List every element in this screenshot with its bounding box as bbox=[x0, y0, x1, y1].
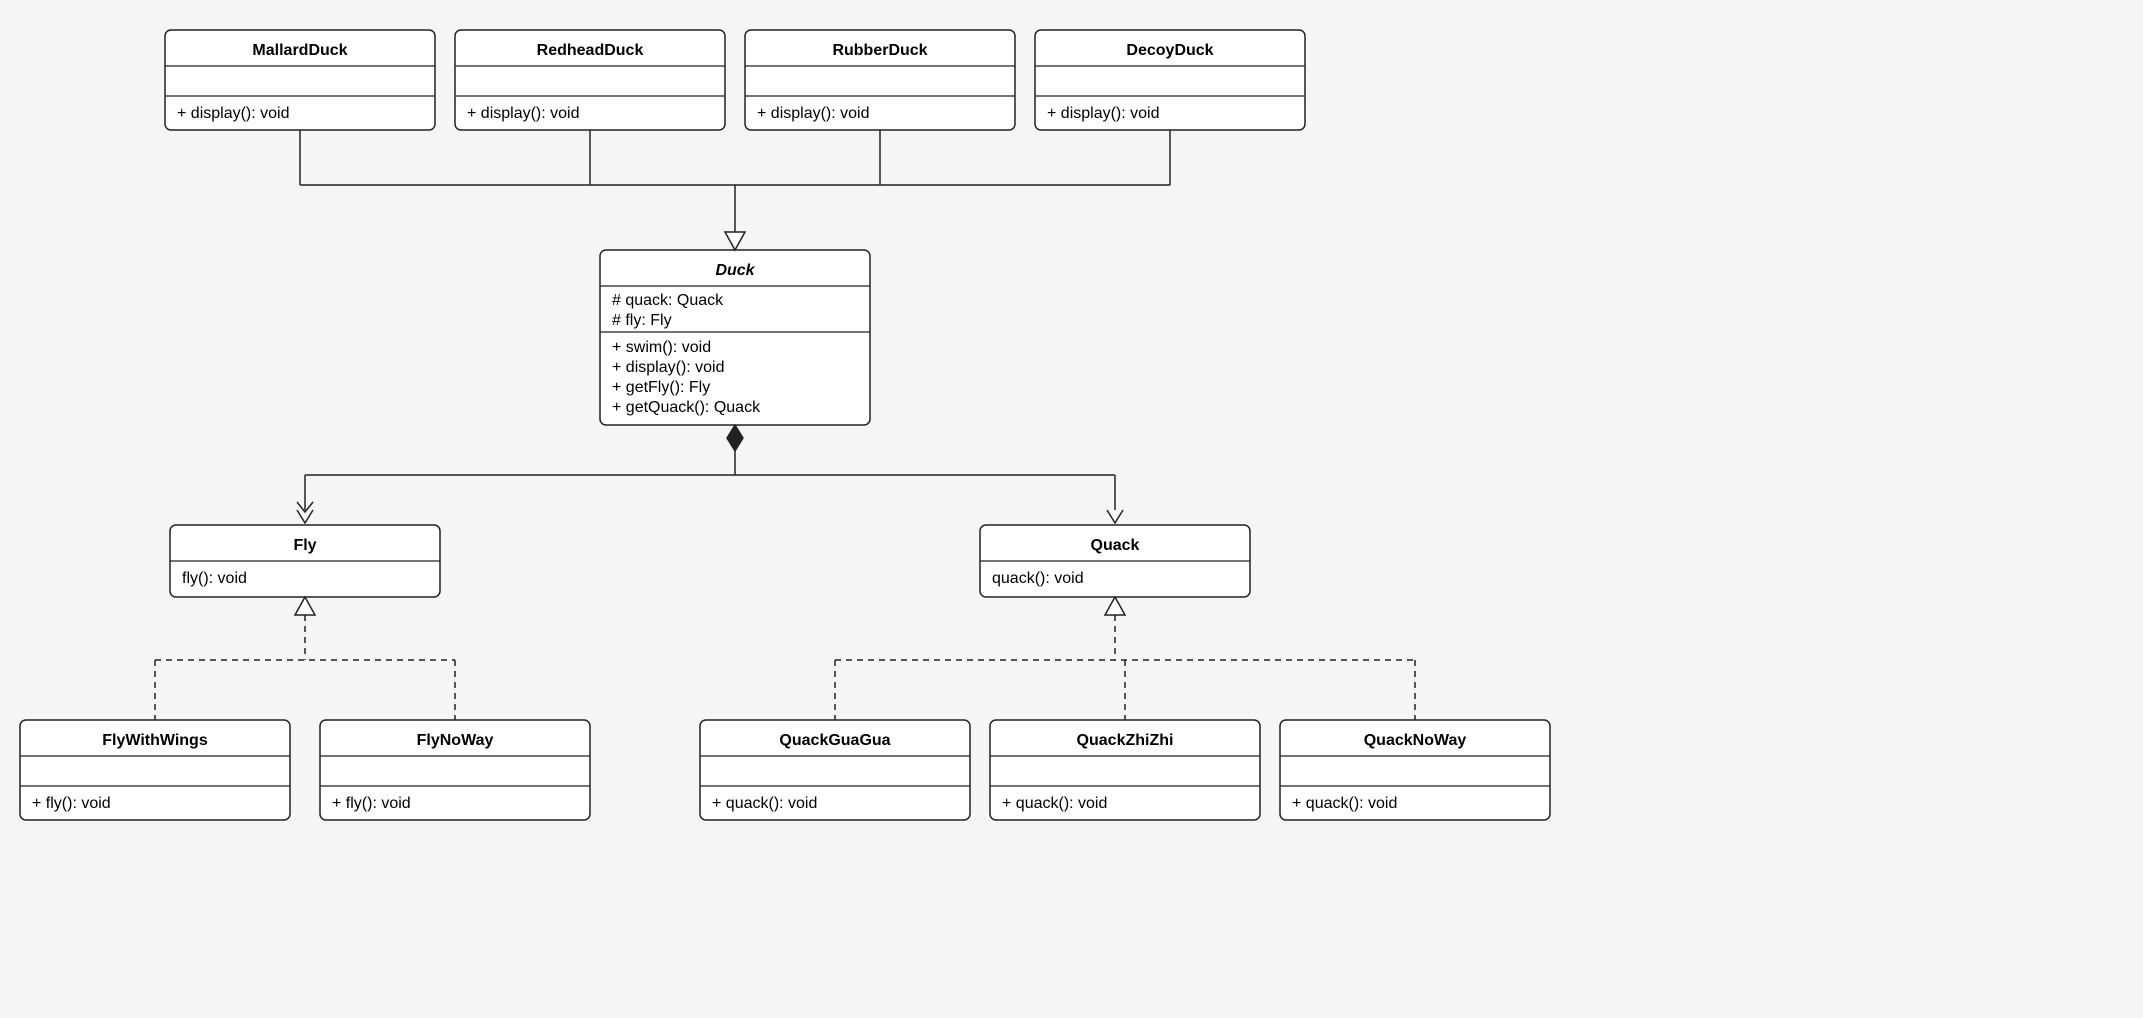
class-method: + quack(): void bbox=[712, 795, 817, 812]
class-method: + display(): void bbox=[177, 105, 290, 122]
class-method: + getQuack(): Quack bbox=[612, 399, 761, 416]
realization-quack-impls bbox=[835, 597, 1415, 720]
generalization-ducks-to-duck bbox=[300, 130, 1170, 250]
class-title: QuackGuaGua bbox=[779, 732, 890, 749]
class-title: RedheadDuck bbox=[537, 42, 644, 59]
class-title: FlyWithWings bbox=[102, 732, 208, 749]
class-title: RubberDuck bbox=[832, 42, 927, 59]
class-method: + display(): void bbox=[467, 105, 580, 122]
class-title: Fly bbox=[293, 537, 316, 554]
class-method: + quack(): void bbox=[1002, 795, 1107, 812]
class-method: + display(): void bbox=[612, 359, 725, 376]
uml-diagram: MallardDuck + display(): void RedheadDuc… bbox=[0, 0, 2143, 1018]
class-quackguagua: QuackGuaGua + quack(): void bbox=[700, 720, 970, 820]
class-mallardduck: MallardDuck + display(): void bbox=[165, 30, 435, 130]
class-flynoway: FlyNoWay + fly(): void bbox=[320, 720, 590, 820]
class-method: + getFly(): Fly bbox=[612, 379, 710, 396]
class-method: quack(): void bbox=[992, 570, 1084, 587]
class-fly: Fly fly(): void bbox=[170, 525, 440, 597]
class-method: + quack(): void bbox=[1292, 795, 1397, 812]
class-method: + fly(): void bbox=[332, 795, 411, 812]
class-quackzhizhi: QuackZhiZhi + quack(): void bbox=[990, 720, 1260, 820]
class-method: + fly(): void bbox=[32, 795, 111, 812]
class-duck: Duck # quack: Quack # fly: Fly + swim():… bbox=[600, 250, 870, 425]
class-title: QuackZhiZhi bbox=[1077, 732, 1174, 749]
class-redheadduck: RedheadDuck + display(): void bbox=[455, 30, 725, 130]
class-quack: Quack quack(): void bbox=[980, 525, 1250, 597]
class-method: fly(): void bbox=[182, 570, 247, 587]
class-title: Quack bbox=[1091, 537, 1140, 554]
class-method: + swim(): void bbox=[612, 339, 711, 356]
class-decoyduck: DecoyDuck + display(): void bbox=[1035, 30, 1305, 130]
class-title: Duck bbox=[715, 262, 755, 279]
class-attribute: # fly: Fly bbox=[612, 312, 672, 329]
realization-fly-impls bbox=[155, 597, 455, 720]
class-flywithwings: FlyWithWings + fly(): void bbox=[20, 720, 290, 820]
class-title: MallardDuck bbox=[252, 42, 347, 59]
class-quacknoway: QuackNoWay + quack(): void bbox=[1280, 720, 1550, 820]
class-method: + display(): void bbox=[757, 105, 870, 122]
class-title: FlyNoWay bbox=[417, 732, 494, 749]
composition-duck-to-behaviors bbox=[297, 425, 1123, 525]
class-method: + display(): void bbox=[1047, 105, 1160, 122]
class-title: DecoyDuck bbox=[1126, 42, 1213, 59]
class-title: QuackNoWay bbox=[1364, 732, 1467, 749]
class-attribute: # quack: Quack bbox=[612, 292, 724, 309]
class-rubberduck: RubberDuck + display(): void bbox=[745, 30, 1015, 130]
